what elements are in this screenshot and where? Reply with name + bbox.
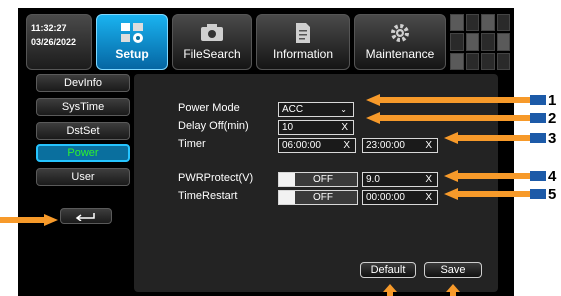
clear-icon[interactable]: X [425,173,432,186]
save-button[interactable]: Save [424,262,482,278]
callout-number-1: 1 [548,92,557,109]
sidebar-item-label: DstSet [66,125,100,137]
sidebar-item-systime[interactable]: SysTime [36,98,130,116]
clear-icon[interactable]: X [425,191,432,204]
callout-number-5: 5 [548,186,557,203]
sidebar-item-label: Power [67,147,99,159]
annotation-arrow-save [446,284,460,296]
annotation-arrow-5 [444,188,530,200]
clear-icon[interactable]: X [343,139,350,152]
pwr-protect-toggle[interactable]: OFF [278,172,358,187]
power-mode-label: Power Mode [178,102,240,114]
sidebar-item-label: SysTime [61,101,105,113]
annotation-arrow-1 [366,94,530,106]
document-icon [257,21,349,45]
clock-time: 11:32:27 [31,23,67,33]
toggle-knob [279,191,295,204]
timer-end-input[interactable]: 23:00:00 X [362,138,438,153]
tab-setup[interactable]: Setup [96,14,168,70]
toggle-knob [279,173,295,186]
power-settings-panel: Power Mode ACC ⌄ Delay Off(min) 10 X Tim… [134,74,498,292]
delay-off-value: 10 [282,122,294,133]
back-button[interactable] [60,208,112,224]
sidebar-item-user[interactable]: User [36,168,130,186]
gear-icon [355,21,445,45]
callout-bar-1 [530,95,546,105]
annotation-arrow-2 [366,112,530,124]
clock-display: 11:32:27 03/26/2022 [26,14,92,70]
sidebar-item-label: User [71,171,95,183]
callout-bar-5 [530,189,546,199]
sidebar-item-dstset[interactable]: DstSet [36,122,130,140]
tab-filesearch-label: FileSearch [183,47,241,61]
back-arrow-icon [75,213,95,221]
tab-filesearch[interactable]: FileSearch [172,14,252,70]
power-mode-select[interactable]: ACC ⌄ [278,102,354,117]
decorative-grid [450,14,510,70]
tab-information[interactable]: Information [256,14,350,70]
annotation-arrow-4 [444,170,530,182]
callout-bar-2 [530,113,546,123]
power-mode-value: ACC [282,104,304,115]
time-restart-label: TimeRestart [178,190,238,202]
tab-maintenance-label: Maintenance [365,47,435,61]
tab-maintenance[interactable]: Maintenance [354,14,446,70]
annotation-arrow-default [383,284,397,296]
annotation-arrow-3 [444,132,530,144]
callout-number-3: 3 [548,130,557,147]
default-button[interactable]: Default [360,262,416,278]
clear-icon[interactable]: X [341,121,348,134]
pwr-protect-label: PWRProtect(V) [178,172,254,184]
pwr-protect-input[interactable]: 9.0 X [362,172,438,187]
callout-bar-3 [530,133,546,143]
timer-end-value: 23:00:00 [366,140,405,151]
tab-setup-label: Setup [115,47,149,61]
clock-date: 03/26/2022 [31,37,77,47]
sidebar-item-label: DevInfo [64,77,102,89]
delay-off-label: Delay Off(min) [178,120,249,132]
toggle-state: OFF [313,192,333,203]
chevron-down-icon: ⌄ [340,105,347,114]
callout-bar-4 [530,171,546,181]
timer-start-value: 06:00:00 [282,140,321,151]
sidebar-item-power[interactable]: Power [36,144,130,162]
tab-information-label: Information [272,47,334,61]
pwr-protect-value: 9.0 [366,174,380,185]
callout-number-2: 2 [548,110,557,127]
timer-label: Timer [178,138,206,150]
delay-off-input[interactable]: 10 X [278,120,354,135]
time-restart-input[interactable]: 00:00:00 X [362,190,438,205]
clear-icon[interactable]: X [425,139,432,152]
dvr-screen: 11:32:27 03/26/2022 Setup FileSearch Inf… [18,8,514,296]
annotation-arrow-back [0,214,58,226]
setup-icon [97,21,167,45]
camera-icon [173,21,251,45]
sidebar-item-devinfo[interactable]: DevInfo [36,74,130,92]
callout-number-4: 4 [548,168,557,185]
time-restart-value: 00:00:00 [366,192,405,203]
toggle-state: OFF [313,174,333,185]
timer-start-input[interactable]: 06:00:00 X [278,138,356,153]
time-restart-toggle[interactable]: OFF [278,190,358,205]
